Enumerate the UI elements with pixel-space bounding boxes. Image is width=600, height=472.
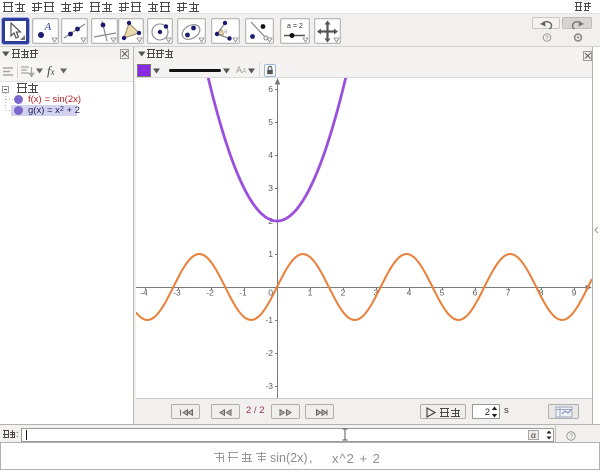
svg-text:-3: -3: [173, 288, 181, 298]
svg-text:4: 4: [268, 150, 273, 160]
svg-text:5: 5: [440, 288, 445, 298]
svg-text:-1: -1: [265, 315, 273, 325]
svg-text:3: 3: [268, 183, 273, 193]
svg-text:-4: -4: [140, 288, 148, 298]
svg-text:-3: -3: [265, 381, 273, 391]
svg-text:2: 2: [341, 288, 346, 298]
svg-text:?: ?: [569, 433, 573, 440]
svg-text:-1: -1: [239, 288, 247, 298]
svg-text:1: 1: [268, 249, 273, 259]
svg-text:4: 4: [407, 288, 412, 298]
svg-text:-2: -2: [206, 288, 214, 298]
svg-text:-2: -2: [265, 348, 273, 358]
svg-text:A: A: [43, 21, 51, 33]
svg-text:a: a: [224, 29, 228, 35]
svg-text:6: 6: [268, 84, 273, 94]
svg-text:6: 6: [473, 288, 478, 298]
svg-text:7: 7: [506, 288, 511, 298]
svg-text:1: 1: [308, 288, 313, 298]
svg-text:9: 9: [572, 288, 577, 298]
svg-text:5: 5: [268, 117, 273, 127]
svg-text:a = 2: a = 2: [287, 23, 303, 30]
